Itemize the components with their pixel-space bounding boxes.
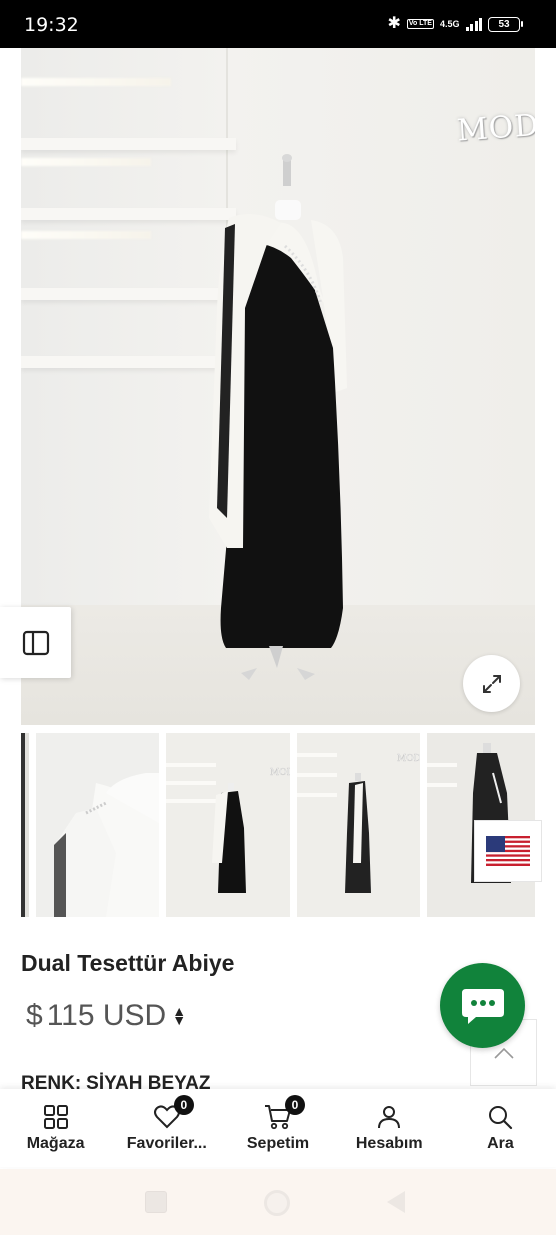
volte-icon: Vo LTE	[406, 19, 434, 29]
chat-button[interactable]	[440, 963, 525, 1048]
home-button[interactable]	[264, 1190, 290, 1216]
network-type: 4.5G	[439, 18, 460, 29]
thumbnail-front-view[interactable]: MOD	[166, 733, 290, 917]
nav-search[interactable]: Ara	[445, 1089, 556, 1167]
dress-on-mannequin	[209, 154, 347, 680]
cart-badge: 0	[285, 1095, 305, 1115]
chat-bubble-icon	[461, 988, 504, 1024]
svg-text:MOD: MOD	[397, 754, 420, 764]
status-bar: 19:32 ✱ Vo LTE 4.5G 53	[0, 0, 556, 48]
thumbnail-partial[interactable]	[21, 733, 29, 917]
nav-search-label: Ara	[487, 1135, 514, 1152]
product-main-image[interactable]: MODA	[21, 48, 535, 725]
sidebar-toggle[interactable]	[0, 607, 71, 678]
signal-icon	[465, 17, 482, 31]
status-icons: ✱ Vo LTE 4.5G 53	[387, 15, 523, 32]
recent-apps-button[interactable]	[145, 1191, 167, 1213]
thumbnail-angled-view[interactable]: MOD	[297, 733, 420, 917]
status-time: 19:32	[24, 14, 79, 36]
back-button[interactable]	[387, 1191, 405, 1213]
user-icon	[374, 1103, 404, 1131]
thumbnail-shoulder-detail[interactable]	[36, 733, 159, 917]
currency-selector-button[interactable]	[474, 820, 542, 882]
product-title: Dual Tesettür Abiye	[21, 950, 235, 976]
chevron-up-icon	[493, 1047, 514, 1059]
nav-favorites-label: Favoriler...	[126, 1135, 207, 1152]
expand-arrows-icon	[482, 674, 501, 693]
currency-switch-icon[interactable]: ▲ ▼	[172, 1004, 186, 1027]
price-value: 115 USD	[46, 999, 167, 1032]
bluetooth-icon: ✱	[387, 15, 401, 32]
nav-favorites[interactable]: 0 Favoriler...	[111, 1089, 222, 1167]
nav-store[interactable]: Mağaza	[0, 1089, 111, 1167]
nav-cart-label: Sepetim	[246, 1135, 310, 1152]
battery-icon: 53	[488, 16, 523, 32]
nav-cart[interactable]: 0 Sepetim	[222, 1089, 333, 1167]
us-flag-icon	[486, 836, 530, 866]
currency-symbol: $	[26, 999, 43, 1032]
favorites-badge: 0	[173, 1095, 194, 1115]
nav-store-label: Mağaza	[26, 1135, 85, 1152]
product-price: $ 115 USD ▲ ▼	[26, 999, 186, 1033]
svg-text:MOD: MOD	[270, 768, 290, 778]
thumbnail-strip: MOD MOD	[21, 733, 535, 917]
search-icon	[485, 1103, 515, 1131]
sidebar-panel-icon	[22, 630, 49, 655]
bottom-navigation: Mağaza 0 Favoriler... 0 Sepetim Hesabım …	[0, 1089, 556, 1167]
grid-icon	[41, 1103, 71, 1131]
expand-image-button[interactable]	[463, 655, 520, 712]
nav-account-label: Hesabım	[355, 1135, 423, 1152]
nav-account[interactable]: Hesabım	[334, 1089, 445, 1167]
system-navigation-bar	[0, 1169, 556, 1235]
